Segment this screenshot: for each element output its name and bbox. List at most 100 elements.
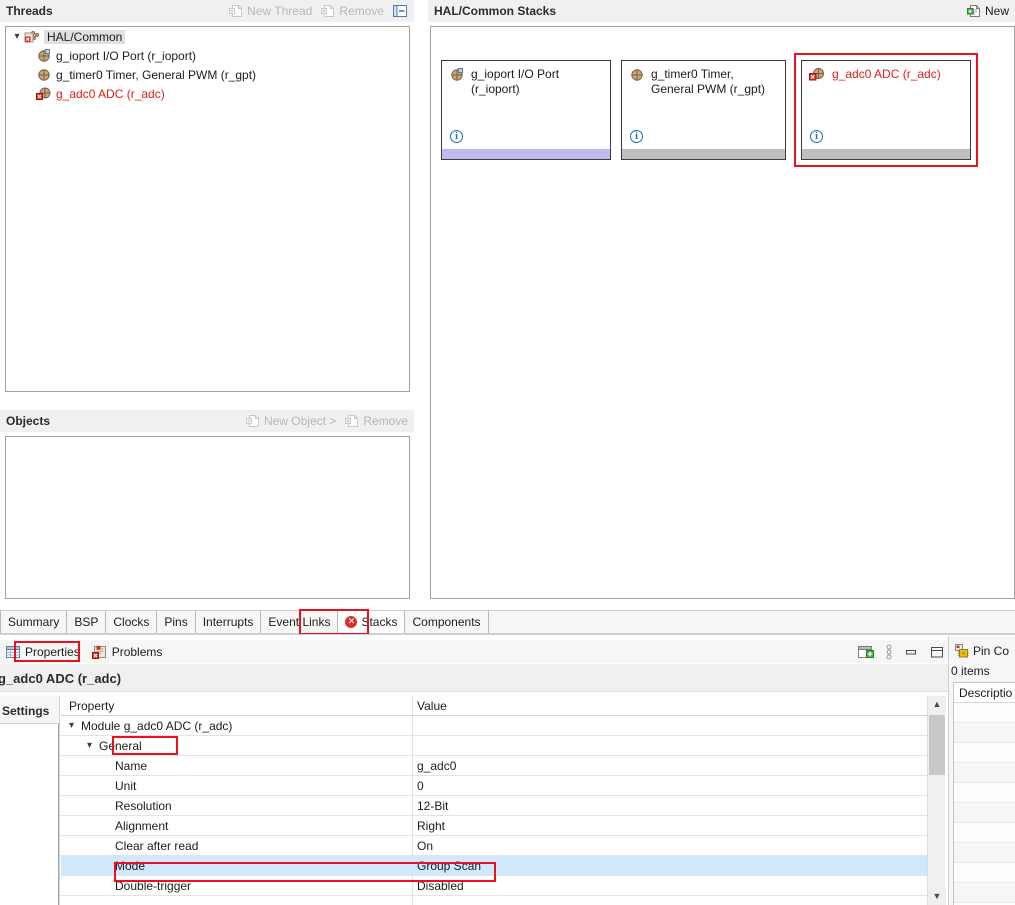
new-stack-button[interactable]: New	[966, 4, 1009, 18]
settings-tab-label: Settings	[2, 704, 50, 718]
tab-label: Problems	[111, 644, 163, 659]
tab-summary[interactable]: Summary	[0, 611, 68, 633]
stacks-panel-title: HAL/Common Stacks	[434, 4, 557, 18]
value-cell[interactable]	[413, 736, 927, 755]
table-header-row: Property Value	[61, 696, 927, 716]
table-row[interactable]: Resolution 12-Bit	[61, 796, 927, 816]
stack-box-g-adc0[interactable]: g_adc0 ADC (r_adc) i	[801, 60, 971, 160]
table-row[interactable]	[954, 823, 1015, 843]
maximize-icon[interactable]	[930, 645, 944, 659]
table-row[interactable]: ▾ Module g_adc0 ADC (r_adc)	[61, 716, 927, 736]
objects-list[interactable]	[5, 436, 410, 599]
settings-subtab-list[interactable]	[0, 723, 59, 905]
new-stack-label: New	[984, 4, 1009, 18]
pin-tab-label: Pin Co	[973, 644, 1010, 658]
stack-box-g-ioport[interactable]: g_ioport I/O Port (r_ioport) i	[441, 60, 611, 160]
property-label: Clear after read	[115, 838, 199, 853]
value-cell[interactable]: 12-Bit	[413, 796, 927, 815]
chevron-down-icon[interactable]: ▾	[87, 740, 99, 751]
new-object-button[interactable]: New Object >	[245, 414, 336, 428]
stack-box-g-timer0[interactable]: g_timer0 Timer, General PWM (r_gpt) i	[621, 60, 786, 160]
divider	[0, 634, 1015, 635]
stack-box-footer	[802, 149, 970, 159]
table-row[interactable]: Unit 0	[61, 776, 927, 796]
value-cell[interactable]	[413, 716, 927, 735]
stacks-canvas[interactable]: g_ioport I/O Port (r_ioport) i g_timer0 …	[430, 26, 1015, 599]
table-row[interactable]	[954, 723, 1015, 743]
chevron-down-icon[interactable]: ▾	[69, 720, 81, 731]
rtos-configurator-screen: Threads New Thread Remove ▾ HAL/Common g…	[0, 0, 1015, 905]
table-row[interactable]	[954, 743, 1015, 763]
tab-label: BSP	[74, 615, 99, 629]
tab-pins[interactable]: Pins	[157, 611, 196, 633]
value-cell[interactable]: g_adc0	[413, 756, 927, 775]
tab-label: Components	[412, 615, 481, 629]
tree-item-hal-common[interactable]: ▾ HAL/Common	[6, 27, 409, 46]
property-label: Module g_adc0 ADC (r_adc)	[81, 718, 233, 733]
threads-toolbar: New Thread Remove	[229, 4, 414, 18]
table-row[interactable]	[954, 883, 1015, 903]
info-icon[interactable]: i	[810, 130, 823, 143]
threads-tree[interactable]: ▾ HAL/Common g_ioport I/O Port (r_ioport…	[5, 26, 410, 392]
remove-thread-button[interactable]: Remove	[321, 4, 384, 18]
tree-item-g-timer0[interactable]: g_timer0 Timer, General PWM (r_gpt)	[6, 65, 409, 84]
scrollbar-thumb[interactable]	[929, 715, 945, 775]
tab-interrupts[interactable]: Interrupts	[196, 611, 262, 633]
table-row[interactable]: Alignment Right	[61, 816, 927, 836]
info-icon[interactable]: i	[450, 130, 463, 143]
info-icon[interactable]: i	[630, 130, 643, 143]
collapse-all-button[interactable]	[393, 4, 408, 18]
table-row[interactable]	[954, 863, 1015, 883]
stack-box-footer	[622, 149, 785, 159]
tab-clocks[interactable]: Clocks	[106, 611, 158, 633]
minimize-icon[interactable]	[904, 645, 918, 659]
threads-panel-header: Threads New Thread Remove	[0, 0, 414, 22]
remove-object-button[interactable]: Remove	[345, 414, 408, 428]
hal-common-error-icon	[24, 29, 40, 44]
mode-row-highlight-outline	[114, 862, 496, 882]
property-label: Name	[115, 758, 148, 773]
scroll-down-arrow[interactable]: ▼	[928, 888, 946, 905]
remove-thread-label: Remove	[339, 4, 384, 18]
module-icon	[449, 67, 465, 82]
tree-item-g-adc0[interactable]: g_adc0 ADC (r_adc)	[6, 84, 409, 103]
configuration-tab-bar[interactable]: Summary BSP Clocks Pins Interrupts Event…	[0, 610, 1015, 634]
tree-item-g-ioport[interactable]: g_ioport I/O Port (r_ioport)	[6, 46, 409, 65]
tab-pin-configuration[interactable]: Pin Co	[949, 640, 1009, 662]
view-menu-icon[interactable]	[886, 644, 892, 660]
objects-toolbar: New Object > Remove	[245, 414, 414, 428]
table-row[interactable]	[954, 783, 1015, 803]
new-view-icon[interactable]	[858, 645, 874, 659]
remove-icon	[345, 414, 359, 428]
tree-item-label: g_ioport I/O Port (r_ioport)	[56, 48, 197, 63]
chevron-down-icon[interactable]: ▾	[10, 31, 24, 42]
column-header-description: Descriptio	[954, 683, 1015, 703]
properties-scrollbar[interactable]: ▲ ▼	[927, 696, 946, 905]
table-row[interactable]: Name g_adc0	[61, 756, 927, 776]
table-row[interactable]	[954, 803, 1015, 823]
table-row[interactable]: Clear after read On	[61, 836, 927, 856]
scroll-up-arrow[interactable]: ▲	[928, 696, 946, 713]
tab-problems[interactable]: Problems	[86, 641, 169, 663]
value-cell[interactable]: On	[413, 836, 927, 855]
settings-side-tab[interactable]: Settings	[0, 696, 60, 905]
new-object-icon	[245, 414, 260, 428]
tab-components[interactable]: Components	[405, 611, 489, 633]
tab-bsp[interactable]: BSP	[67, 611, 107, 633]
pin-description-table[interactable]: Descriptio	[953, 682, 1015, 905]
table-row[interactable]	[954, 843, 1015, 863]
table-row[interactable]: ▾ General	[61, 736, 927, 756]
value-cell[interactable]	[413, 896, 927, 905]
table-row[interactable]	[61, 896, 927, 905]
value-cell[interactable]: 0	[413, 776, 927, 795]
property-label: Unit	[115, 778, 137, 793]
tree-item-label: HAL/Common	[44, 29, 126, 44]
table-row[interactable]	[954, 763, 1015, 783]
pin-configuration-icon	[954, 644, 969, 658]
property-cell: Clear after read	[61, 836, 413, 855]
objects-panel-title: Objects	[6, 414, 51, 428]
properties-view-tabbar[interactable]: Properties Problems	[0, 640, 950, 663]
value-cell[interactable]: Right	[413, 816, 927, 835]
new-thread-button[interactable]: New Thread	[229, 4, 312, 18]
table-row[interactable]	[954, 703, 1015, 723]
